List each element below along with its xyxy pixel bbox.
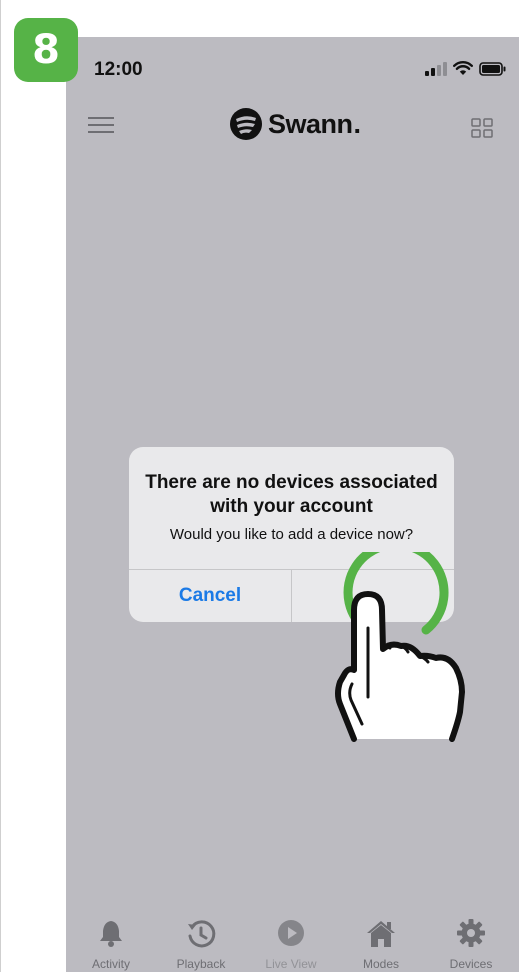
step-number: 8 bbox=[32, 27, 60, 73]
home-icon bbox=[367, 921, 395, 947]
grid-view-icon[interactable] bbox=[471, 118, 493, 138]
tab-modes-label: Modes bbox=[362, 957, 400, 971]
brand-logo: Swann. bbox=[229, 107, 361, 141]
tab-devices[interactable]: Devices bbox=[431, 910, 511, 972]
menu-icon[interactable] bbox=[88, 117, 114, 133]
signal-icon bbox=[425, 61, 447, 76]
tap-hand-icon bbox=[335, 552, 465, 742]
tab-activity[interactable]: Activity bbox=[71, 910, 151, 972]
step-badge: 8 bbox=[14, 18, 78, 82]
bell-icon bbox=[100, 921, 122, 947]
battery-icon bbox=[479, 61, 506, 76]
tab-playback-label: Playback bbox=[176, 957, 226, 971]
swann-logo-icon bbox=[230, 108, 262, 140]
cancel-button[interactable]: Cancel bbox=[129, 570, 291, 622]
tab-playback[interactable]: Playback bbox=[161, 910, 241, 972]
brand-dot: . bbox=[353, 108, 362, 139]
page-border bbox=[0, 0, 1, 972]
status-time: 12:00 bbox=[94, 59, 143, 80]
tab-devices-label: Devices bbox=[449, 957, 493, 971]
phone-screen: 12:00 Swann. There are no devices associ… bbox=[66, 37, 519, 972]
brand-name: Swann bbox=[268, 108, 353, 139]
alert-title: There are no devices associated with you… bbox=[145, 472, 438, 517]
play-circle-icon bbox=[278, 920, 304, 946]
history-icon bbox=[188, 920, 216, 948]
tab-bar: Activity Playback Live View Modes Device… bbox=[66, 910, 519, 972]
status-icons bbox=[425, 61, 507, 76]
tab-live-view-label: Live View bbox=[265, 957, 317, 971]
tab-activity-label: Activity bbox=[91, 957, 130, 971]
alert-message: Would you like to add a device now? bbox=[169, 526, 414, 543]
tab-modes[interactable]: Modes bbox=[341, 910, 421, 972]
gear-icon bbox=[457, 919, 485, 947]
wifi-icon bbox=[453, 61, 473, 75]
tab-live-view[interactable]: Live View bbox=[251, 910, 331, 972]
